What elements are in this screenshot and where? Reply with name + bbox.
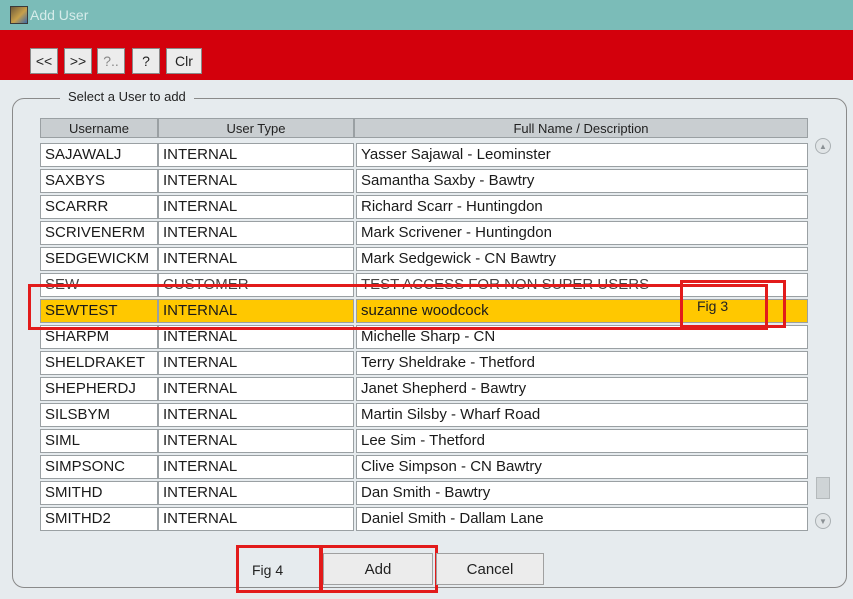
table-row[interactable]: SEDGEWICKM INTERNAL Mark Sedgewick - CN Ba… bbox=[40, 247, 810, 273]
cell-full-name[interactable]: Samantha Saxby - Bawtry bbox=[356, 169, 808, 193]
cell-full-name[interactable]: Dan Smith - Bawtry bbox=[356, 481, 808, 505]
cell-full-name[interactable]: Richard Scarr - Huntingdon bbox=[356, 195, 808, 219]
cell-username[interactable]: SCRIVENERM bbox=[40, 221, 158, 245]
window-titlebar: Add User bbox=[0, 0, 853, 30]
table-row[interactable]: SAXBYS INTERNAL Samantha Saxby - Bawtry bbox=[40, 169, 810, 195]
column-header-full-name[interactable]: Full Name / Description bbox=[354, 118, 808, 138]
table-row[interactable]: SILSBYM INTERNAL Martin Silsby - Wharf Roa… bbox=[40, 403, 810, 429]
cell-username[interactable]: SEDGEWICKM bbox=[40, 247, 158, 271]
cell-user-type[interactable]: INTERNAL bbox=[158, 195, 354, 219]
clear-button[interactable]: Clr bbox=[166, 48, 202, 74]
cell-username[interactable]: SIML bbox=[40, 429, 158, 453]
annotation-box-fig3 bbox=[680, 280, 786, 328]
column-header-user-type[interactable]: User Type bbox=[158, 118, 354, 138]
scroll-up-icon[interactable]: ▲ bbox=[815, 138, 831, 154]
cell-user-type[interactable]: INTERNAL bbox=[158, 351, 354, 375]
table-row[interactable]: SHELDRAKET INTERNAL Terry Sheldrake - Thet… bbox=[40, 351, 810, 377]
scroll-thumb[interactable] bbox=[816, 477, 830, 499]
window-title: Add User bbox=[30, 7, 89, 23]
table-row[interactable]: SIML INTERNAL Lee Sim - Thetford bbox=[40, 429, 810, 455]
annotation-label-fig3: Fig 3 bbox=[697, 298, 729, 314]
annotation-box-selected-row bbox=[28, 284, 768, 330]
cell-username[interactable]: SCARRR bbox=[40, 195, 158, 219]
cell-user-type[interactable]: INTERNAL bbox=[158, 403, 354, 427]
table-row[interactable]: SMITHD2 INTERNAL Daniel Smith - Dallam Lan… bbox=[40, 507, 810, 533]
first-record-button[interactable]: << bbox=[30, 48, 58, 74]
table-row[interactable]: SHEPHERDJ INTERNAL Janet Shepherd - Bawtry bbox=[40, 377, 810, 403]
cell-full-name[interactable]: Mark Sedgewick - CN Bawtry bbox=[356, 247, 808, 271]
cell-username[interactable]: SAXBYS bbox=[40, 169, 158, 193]
cell-full-name[interactable]: Martin Silsby - Wharf Road bbox=[356, 403, 808, 427]
cell-user-type[interactable]: INTERNAL bbox=[158, 221, 354, 245]
table-row[interactable]: SMITHD INTERNAL Dan Smith - Bawtry bbox=[40, 481, 810, 507]
last-record-button[interactable]: >> bbox=[64, 48, 92, 74]
cell-username[interactable]: SHELDRAKET bbox=[40, 351, 158, 375]
help-button[interactable]: ? bbox=[132, 48, 160, 74]
column-header-username[interactable]: Username bbox=[40, 118, 158, 138]
cell-user-type[interactable]: INTERNAL bbox=[158, 143, 354, 167]
cell-full-name[interactable]: Yasser Sajawal - Leominster bbox=[356, 143, 808, 167]
cell-user-type[interactable]: INTERNAL bbox=[158, 507, 354, 531]
cell-user-type[interactable]: INTERNAL bbox=[158, 481, 354, 505]
cancel-button[interactable]: Cancel bbox=[436, 553, 544, 585]
annotation-box-add bbox=[320, 545, 438, 593]
cell-username[interactable]: SMITHD bbox=[40, 481, 158, 505]
cell-user-type[interactable]: INTERNAL bbox=[158, 377, 354, 401]
table-row[interactable]: SIMPSONC INTERNAL Clive Simpson - CN Bawtr… bbox=[40, 455, 810, 481]
cell-full-name[interactable]: Mark Scrivener - Huntingdon bbox=[356, 221, 808, 245]
scroll-down-icon[interactable]: ▼ bbox=[815, 513, 831, 529]
cell-user-type[interactable]: INTERNAL bbox=[158, 429, 354, 453]
cell-full-name[interactable]: Terry Sheldrake - Thetford bbox=[356, 351, 808, 375]
cell-full-name[interactable]: Janet Shepherd - Bawtry bbox=[356, 377, 808, 401]
cell-user-type[interactable]: INTERNAL bbox=[158, 247, 354, 271]
cell-username[interactable]: SMITHD2 bbox=[40, 507, 158, 531]
cell-full-name[interactable]: Lee Sim - Thetford bbox=[356, 429, 808, 453]
cell-username[interactable]: SILSBYM bbox=[40, 403, 158, 427]
cell-username[interactable]: SHEPHERDJ bbox=[40, 377, 158, 401]
app-icon bbox=[10, 6, 28, 24]
table-row[interactable]: SCRIVENERM INTERNAL Mark Scrivener - Hunti… bbox=[40, 221, 810, 247]
table-row[interactable]: SAJAWALJ INTERNAL Yasser Sajawal - Leomins… bbox=[40, 143, 810, 169]
cell-full-name[interactable]: Daniel Smith - Dallam Lane bbox=[356, 507, 808, 531]
group-legend: Select a User to add bbox=[60, 89, 194, 104]
cell-username[interactable]: SIMPSONC bbox=[40, 455, 158, 479]
user-table: SAJAWALJ INTERNAL Yasser Sajawal - Leomins… bbox=[40, 143, 810, 533]
table-row[interactable]: SCARRR INTERNAL Richard Scarr - Huntingdon bbox=[40, 195, 810, 221]
cell-user-type[interactable]: INTERNAL bbox=[158, 455, 354, 479]
toolbar: << >> ?.. ? Clr bbox=[0, 30, 853, 80]
cell-user-type[interactable]: INTERNAL bbox=[158, 169, 354, 193]
cell-full-name[interactable]: Clive Simpson - CN Bawtry bbox=[356, 455, 808, 479]
cell-username[interactable]: SAJAWALJ bbox=[40, 143, 158, 167]
annotation-label-fig4: Fig 4 bbox=[252, 562, 284, 578]
query-help-button[interactable]: ?.. bbox=[97, 48, 125, 74]
